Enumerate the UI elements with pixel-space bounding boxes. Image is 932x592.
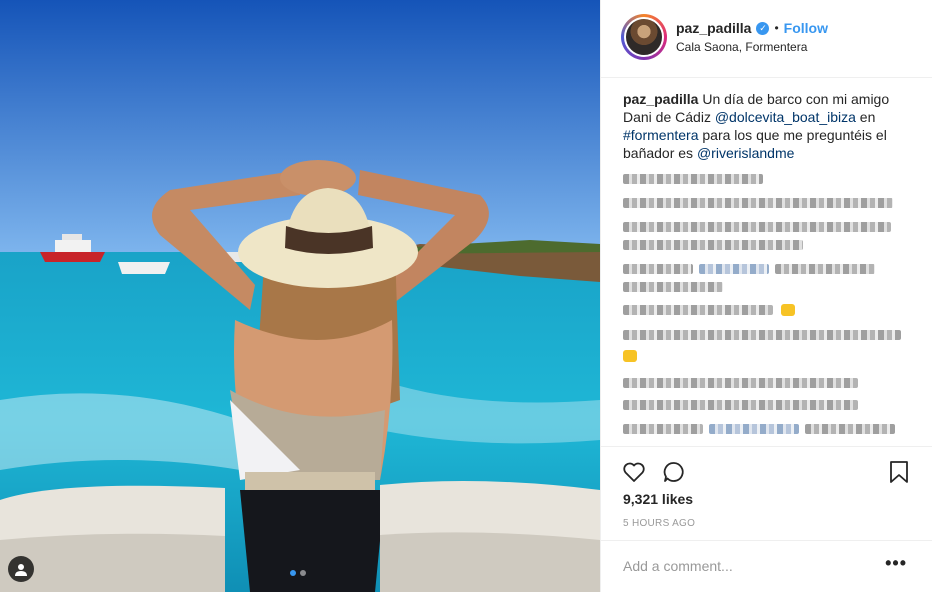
blurred-comment bbox=[623, 264, 693, 274]
post-header: paz_padilla ✓ • Follow Cala Saona, Forme… bbox=[601, 0, 932, 78]
blurred-comment bbox=[805, 424, 895, 434]
header-separator: • bbox=[774, 21, 779, 35]
blurred-comment bbox=[775, 264, 875, 274]
blurred-comment bbox=[623, 240, 803, 250]
blurred-mention bbox=[709, 424, 799, 434]
post-photo[interactable] bbox=[0, 0, 600, 592]
heart-icon[interactable] bbox=[621, 459, 647, 485]
blurred-comment-row bbox=[623, 424, 915, 434]
user-tag-icon[interactable] bbox=[8, 556, 34, 582]
caption-text: en bbox=[855, 109, 876, 125]
blurred-mention bbox=[699, 264, 769, 274]
blurred-comment bbox=[623, 222, 891, 232]
emoji-icon bbox=[623, 350, 637, 363]
blurred-comment bbox=[623, 330, 901, 340]
blurred-comment-row bbox=[623, 304, 915, 316]
caption-hashtag[interactable]: #formentera bbox=[623, 127, 698, 143]
carousel-dot bbox=[300, 570, 306, 576]
blurred-comment-row bbox=[623, 346, 915, 364]
post-actions: 9,321 likes 5 HOURS AGO bbox=[601, 446, 932, 546]
blurred-comment bbox=[623, 305, 773, 315]
comments-list[interactable]: paz_padilla Un día de barco con mi amigo… bbox=[623, 90, 915, 442]
photo-illustration bbox=[0, 0, 600, 592]
blurred-comment bbox=[623, 198, 893, 208]
post-timestamp[interactable]: 5 HOURS AGO bbox=[623, 518, 695, 529]
carousel-dot-active bbox=[290, 570, 296, 576]
blurred-comment bbox=[623, 174, 763, 184]
caption-username[interactable]: paz_padilla bbox=[623, 91, 698, 107]
blurred-comment-row bbox=[623, 264, 915, 274]
likes-count[interactable]: 9,321 likes bbox=[623, 491, 693, 507]
follow-button[interactable]: Follow bbox=[784, 20, 828, 36]
blurred-comment bbox=[623, 400, 858, 410]
post-side-panel: paz_padilla ✓ • Follow Cala Saona, Forme… bbox=[600, 0, 932, 592]
blurred-comment bbox=[623, 282, 723, 292]
caption-mention[interactable]: @dolcevita_boat_ibiza bbox=[715, 109, 856, 125]
caption-mention[interactable]: @riverislandme bbox=[697, 145, 794, 161]
emoji-icon bbox=[781, 304, 795, 316]
blurred-comment bbox=[623, 424, 703, 434]
header-username[interactable]: paz_padilla bbox=[676, 20, 751, 36]
caption: paz_padilla Un día de barco con mi amigo… bbox=[623, 90, 915, 162]
more-options-button[interactable]: ••• bbox=[885, 553, 907, 574]
header-user-row: paz_padilla ✓ • Follow bbox=[676, 20, 828, 36]
comment-input[interactable] bbox=[623, 555, 873, 577]
bookmark-icon[interactable] bbox=[886, 459, 912, 485]
avatar[interactable] bbox=[624, 17, 664, 57]
story-ring[interactable] bbox=[621, 14, 667, 60]
carousel-indicator bbox=[290, 570, 306, 576]
add-comment-section: ••• bbox=[601, 540, 932, 592]
comment-bubble-icon[interactable] bbox=[661, 459, 687, 485]
verified-badge-icon: ✓ bbox=[756, 21, 770, 35]
blurred-comment bbox=[623, 378, 858, 388]
location-link[interactable]: Cala Saona, Formentera bbox=[676, 40, 807, 54]
